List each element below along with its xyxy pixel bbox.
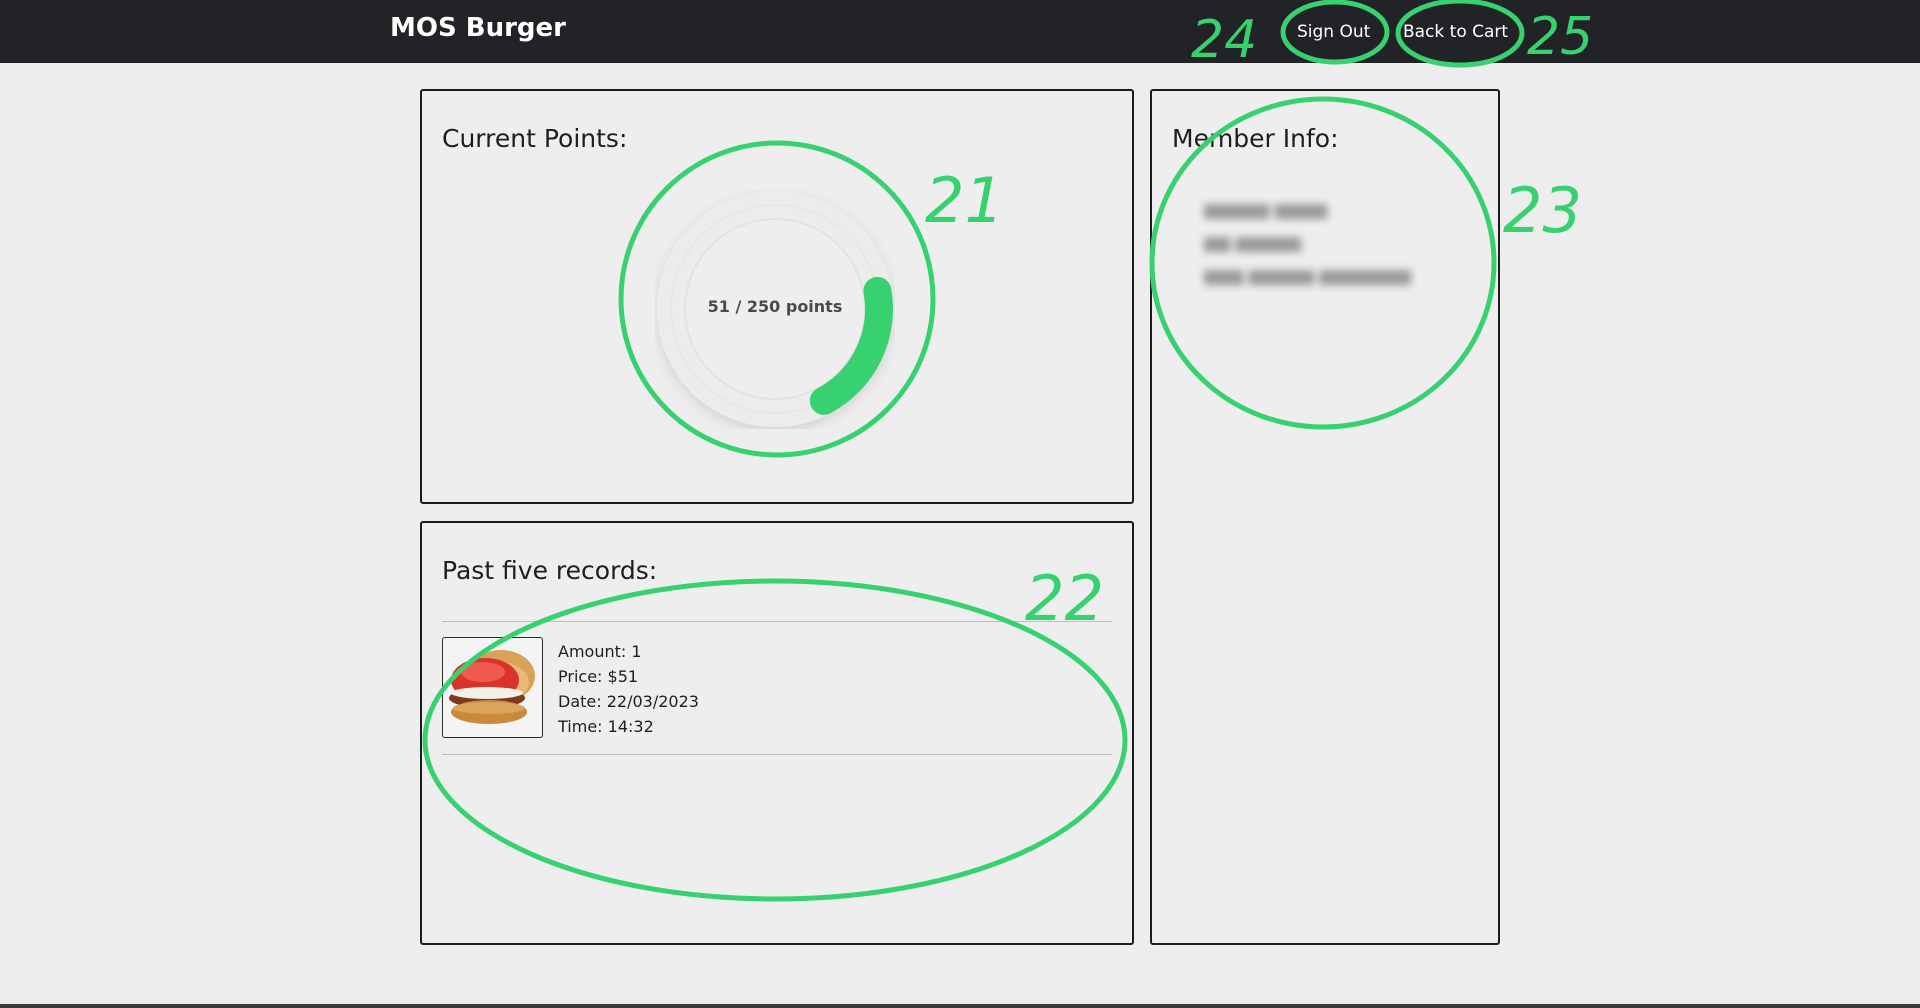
brand-logo-text[interactable]: MOS Burger [390,13,566,43]
member-redacted-line-3: ▆▆▆ ▆▆▆▆▆ ▆▆▆▆▆▆▆ [1204,266,1411,286]
points-value-label: 51 / 250 points [707,297,843,316]
top-navbar: MOS Burger Sign Out Back to Cart [0,0,1920,63]
record-divider-bottom [442,754,1112,755]
current-points-card: Current Points: 51 / 250 points [420,89,1134,504]
record-date: Date: 22/03/2023 [558,692,699,711]
record-time: Time: 14:32 [558,717,654,736]
member-redacted-line-2: ▆▆ ▆▆▆▆▆ [1204,233,1301,253]
record-details: Amount: 1 Price: $51 Date: 22/03/2023 Ti… [558,639,699,739]
burger-image [442,637,543,738]
page-bottom-border [0,1004,1920,1008]
back-to-cart-button[interactable]: Back to Cart [1403,18,1508,46]
record-amount: Amount: 1 [558,642,642,661]
record-divider-top [442,621,1112,622]
current-points-title: Current Points: [442,124,628,153]
member-info-title: Member Info: [1172,124,1339,153]
points-progress-gauge: 51 / 250 points [655,189,895,429]
sign-out-button[interactable]: Sign Out [1297,18,1370,46]
annotation-label-23: 23 [1503,174,1582,247]
burger-image-icon [449,650,535,724]
record-price: Price: $51 [558,667,639,686]
past-records-title: Past five records: [442,556,658,585]
member-info-card: Member Info: ▆▆▆▆▆ ▆▆▆▆ ▆▆ ▆▆▆▆▆ ▆▆▆ ▆▆▆… [1150,89,1500,945]
member-redacted-line-1: ▆▆▆▆▆ ▆▆▆▆ [1204,200,1328,220]
past-records-card: Past five records: Amount: 1 Price: $51 … [420,521,1134,945]
member-info-redacted: ▆▆▆▆▆ ▆▆▆▆ ▆▆ ▆▆▆▆▆ ▆▆▆ ▆▆▆▆▆ ▆▆▆▆▆▆▆ [1204,194,1411,293]
